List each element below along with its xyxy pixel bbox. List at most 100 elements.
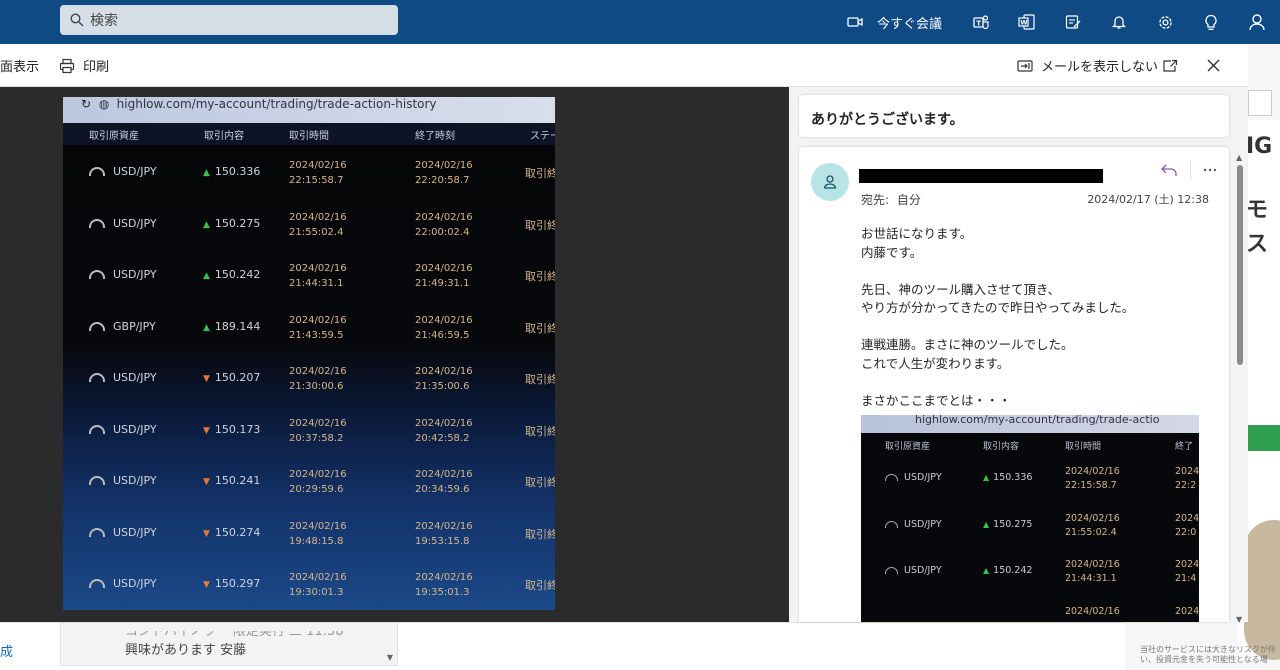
- photo-row-direction: ▲ 150.242: [203, 268, 260, 281]
- photo-header-content: 取引内容: [204, 131, 244, 142]
- photo-row-start: 2024/02/16 21:55:02.4: [289, 211, 347, 238]
- thumb-row-direction: ▲ 150.242: [983, 565, 1032, 576]
- search-box[interactable]: 検索: [60, 5, 398, 35]
- notifications-button[interactable]: [1096, 0, 1142, 44]
- to-value[interactable]: 自分: [897, 193, 921, 207]
- photo-row-asset: USD/JPY: [89, 371, 157, 384]
- photo-table-row: GBP/JPY ▲ 189.144 2024/02/16 21:43:59.5 2024…: [63, 304, 555, 355]
- photo-row-status: 取引終: [525, 321, 555, 335]
- popout-button[interactable]: [1155, 44, 1185, 87]
- ad-toggle[interactable]: [1248, 90, 1272, 116]
- ad-text-3: ス: [1246, 232, 1269, 257]
- photo-row-asset: GBP/JPY: [89, 320, 156, 333]
- search-icon: [70, 13, 84, 27]
- fullscreen-button[interactable]: 面表示: [0, 44, 39, 87]
- photo-table-row: USD/JPY ▲ 150.242 2024/02/16 21:44:31.1 2024…: [63, 252, 555, 303]
- photo-row-start: 2024/02/16 19:48:15.8: [289, 520, 347, 547]
- photo-row-asset-text: USD/JPY: [113, 474, 157, 487]
- scrollbar-thumb[interactable]: [1237, 165, 1243, 365]
- photo-row-start: 2024/02/16 19:30:01.3: [289, 572, 347, 598]
- subject-card: ありがとうございます。: [799, 95, 1229, 137]
- thumb-row-asset-text: USD/JPY: [904, 472, 942, 483]
- lightbulb-icon: [1205, 14, 1217, 30]
- photo-row-status: 取引終: [525, 476, 555, 489]
- photo-row-end: 2024/02/16 21:35:00.6: [415, 366, 473, 392]
- ad-text-1: IG: [1246, 134, 1273, 159]
- photo-row-price: 150.173: [214, 422, 261, 436]
- word-button[interactable]: W: [1004, 0, 1050, 44]
- ad-image: [1244, 520, 1280, 660]
- mail-body-line: これで人生が変わります。: [861, 355, 1010, 371]
- photo-row-end: 2024/02/16 21:49:31.1: [415, 263, 473, 289]
- photo-table-row: USD/JPY ▼ 150.173 2024/02/16 20:37:58.2 2024…: [63, 407, 555, 458]
- avatar[interactable]: [811, 163, 849, 201]
- settings-button[interactable]: [1142, 0, 1188, 44]
- gauge-icon: [89, 218, 105, 228]
- tips-button[interactable]: [1188, 0, 1234, 44]
- meet-now-button[interactable]: 今すぐ会議: [833, 0, 952, 44]
- teams-button[interactable]: T: [958, 0, 1004, 44]
- photo-row-asset: USD/JPY: [89, 577, 157, 590]
- print-button[interactable]: 印刷: [59, 44, 109, 87]
- thumb-row-asset-text: USD/JPY: [904, 518, 942, 530]
- more-icon[interactable]: [1203, 168, 1217, 172]
- scroll-up-icon[interactable]: ▲: [1236, 153, 1242, 162]
- thumb-row-asset: USD/JPY: [885, 565, 942, 576]
- notes-button[interactable]: [1050, 0, 1096, 44]
- photo-row-start: 2024/02/16 22:15:58.7: [289, 160, 347, 186]
- close-button[interactable]: [1198, 44, 1228, 87]
- teams-icon: T: [973, 15, 989, 30]
- mail-body-line: 連戦連勝。まさに神のツールでした。: [861, 337, 1074, 352]
- photo-row-price: 150.207: [214, 371, 261, 384]
- list-item[interactable]: コントハイノラー 限定実行 三 11:38 興味があります 安藤 ▼: [60, 622, 398, 666]
- thumb-row-direction: ▲ 150.275: [983, 519, 1032, 530]
- hide-mail-label: メールを表示しない: [1041, 60, 1159, 75]
- reply-icon[interactable]: [1160, 163, 1178, 177]
- thumb-header-end: 終了: [1175, 442, 1194, 452]
- photo-header-time: 取引時間: [289, 131, 329, 142]
- dialog-toolbar: 面表示 印刷 メールを表示しない: [0, 44, 1248, 87]
- attachment-photo[interactable]: ↻ ◍ highlow.com/my-account/trading/trade…: [63, 97, 555, 610]
- thumb-url-text: highlow.com/my-account/trading/trade-act…: [915, 415, 1160, 426]
- photo-row-asset: USD/JPY: [89, 526, 157, 539]
- photo-row-status: 取引終: [525, 218, 555, 232]
- ad-green-button[interactable]: [1248, 425, 1280, 451]
- photo-row-status: 取引終: [525, 527, 555, 541]
- gauge-icon: [885, 567, 898, 574]
- photo-row-start: 2024/02/16 21:44:31.1: [289, 263, 347, 289]
- hide-mail-button[interactable]: メールを表示しない: [1017, 44, 1158, 87]
- photo-row-status: 取引終: [525, 579, 555, 592]
- inline-image[interactable]: highlow.com/my-account/trading/trade-act…: [861, 415, 1199, 622]
- to-line: 宛先: 自分: [861, 191, 921, 208]
- photo-row-end: 2024/02/16 22:00:02.4: [415, 211, 473, 238]
- gauge-icon: [89, 167, 105, 176]
- photo-row-status: 取引終: [525, 373, 555, 386]
- thumb-row-price: 150.242: [993, 565, 1033, 576]
- print-label: 印刷: [83, 60, 110, 75]
- photo-table-row: USD/JPY ▲ 150.275 2024/02/16 21:55:02.4 2024…: [63, 201, 555, 252]
- mail-scrollbar[interactable]: ▲ ▼: [1234, 153, 1246, 624]
- arrow-up-icon: ▲: [203, 168, 210, 178]
- scroll-down-icon[interactable]: ▼: [1236, 615, 1242, 624]
- thumb-table-header: 取引原資産 取引内容 取引時間 終了: [861, 433, 1199, 455]
- gauge-icon: [89, 321, 105, 331]
- list-scroll-down-icon[interactable]: ▼: [387, 653, 393, 662]
- gauge-icon: [89, 373, 105, 382]
- to-label: 宛先:: [861, 193, 890, 207]
- photo-row-asset-text: USD/JPY: [113, 525, 157, 539]
- photo-row-status: 取引終: [525, 424, 555, 438]
- arrow-down-icon: ▼: [203, 425, 210, 436]
- photo-table-row: USD/JPY ▼ 150.241 2024/02/16 20:29:59.6 2024…: [63, 458, 555, 509]
- photo-row-end: 2024/02/16 19:53:15.8: [415, 520, 473, 547]
- photo-table-header: 取引原資産 取引内容 取引時間 終了時刻 ステー: [63, 123, 555, 145]
- photo-row-end: 2024/02/16 21:46:59.5: [415, 314, 473, 341]
- account-button[interactable]: [1234, 0, 1280, 44]
- photo-row-status: 取引終: [525, 167, 555, 180]
- create-label[interactable]: 成: [0, 641, 13, 660]
- mail-body-line: [861, 262, 1201, 281]
- thumb-row-start: 2024/02/16 21:44:31.1: [1065, 559, 1120, 584]
- photo-row-direction: ▲ 150.275: [203, 217, 260, 230]
- photo-header-status: ステー: [530, 131, 555, 142]
- photo-row-price: 150.242: [214, 268, 261, 281]
- mail-body: お世話になります。 内藤です。 先日、神のツール購入させて頂き、 やり方が分かってきた…: [861, 225, 1201, 410]
